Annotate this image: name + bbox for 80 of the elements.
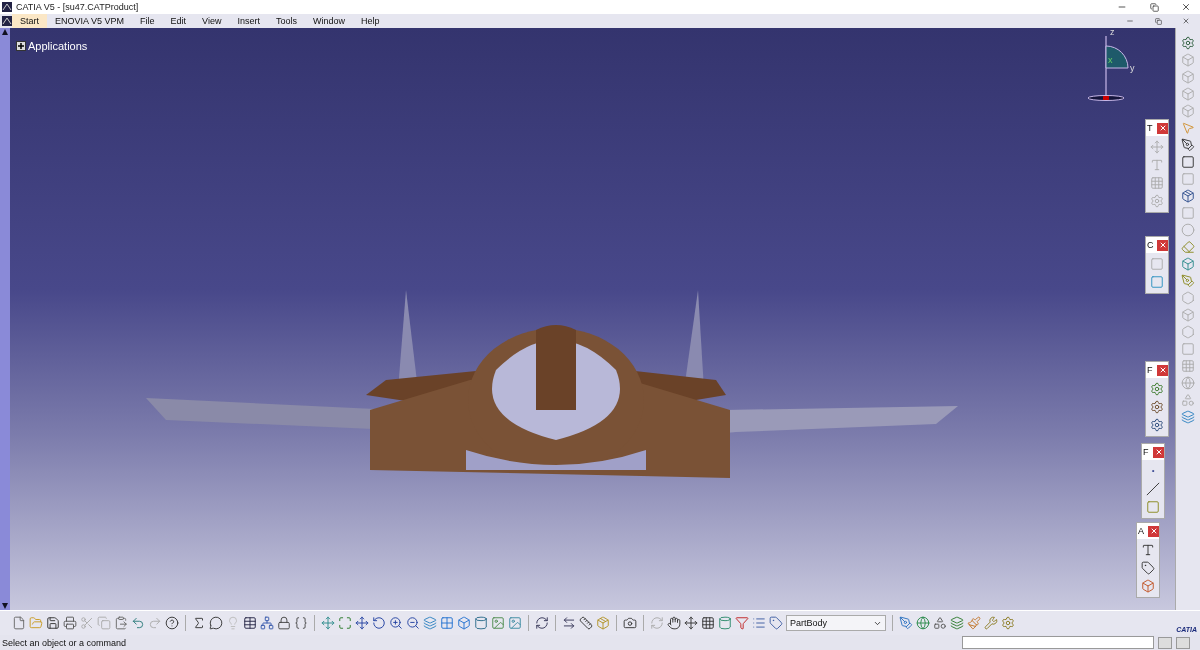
hand-icon[interactable] <box>667 616 681 630</box>
camera-icon[interactable] <box>623 616 637 630</box>
filter-icon[interactable] <box>735 616 749 630</box>
gear-icon[interactable] <box>1150 400 1164 414</box>
grid-icon[interactable] <box>1150 176 1164 190</box>
axis-label: x <box>1108 56 1113 65</box>
braces-icon[interactable] <box>294 616 308 630</box>
menu-item[interactable]: Edit <box>162 14 195 28</box>
restore-icon[interactable] <box>1149 2 1159 12</box>
menu-item[interactable]: View <box>194 14 230 28</box>
sphere-icon[interactable] <box>1181 376 1195 390</box>
wrench-icon[interactable] <box>984 616 998 630</box>
save-icon[interactable] <box>46 616 60 630</box>
gear-tool-icon[interactable] <box>1001 616 1015 630</box>
printer-icon[interactable] <box>63 616 77 630</box>
tree-icon[interactable] <box>260 616 274 630</box>
close-icon[interactable] <box>1182 17 1190 25</box>
toolbar-title: C <box>1146 240 1154 250</box>
toolbar-title: F <box>1142 447 1149 457</box>
sigma-icon[interactable] <box>192 616 206 630</box>
status-message: Select an object or a command <box>2 637 128 648</box>
scroll-bar[interactable] <box>0 28 10 610</box>
zoom-out-icon[interactable] <box>406 616 420 630</box>
hexagon-icon[interactable] <box>1181 325 1195 339</box>
picture-icon[interactable] <box>508 616 522 630</box>
gear-icon[interactable] <box>1150 382 1164 396</box>
axis-label: z <box>1110 28 1115 37</box>
rotate-icon[interactable] <box>372 616 386 630</box>
zoom-in-icon[interactable] <box>389 616 403 630</box>
pen-icon[interactable] <box>899 616 913 630</box>
window-icon[interactable] <box>1150 275 1164 289</box>
swap-icon[interactable] <box>535 616 549 630</box>
gear-icon[interactable] <box>1150 418 1164 432</box>
paste-icon[interactable] <box>114 616 128 630</box>
brush-icon[interactable] <box>967 616 981 630</box>
menu-item[interactable]: Insert <box>229 14 268 28</box>
layers-icon[interactable] <box>950 616 964 630</box>
toolbar-title: F <box>1146 365 1153 375</box>
shapes-icon[interactable] <box>933 616 947 630</box>
menu-item[interactable]: ENOVIA V5 VPM <box>47 14 133 28</box>
speech-bubble-icon[interactable] <box>209 616 223 630</box>
axis-label: y <box>1130 64 1135 73</box>
tree-item[interactable]: Applications <box>28 40 88 52</box>
menu-item[interactable]: Start <box>12 14 47 28</box>
window-title: CATIA V5 - [su47.CATProduct] <box>16 2 140 12</box>
table-icon[interactable] <box>243 616 257 630</box>
small-button[interactable] <box>1176 636 1190 649</box>
undo-icon[interactable] <box>131 616 145 630</box>
small-button[interactable] <box>1158 636 1172 649</box>
line-icon[interactable] <box>1146 482 1160 496</box>
app-icon <box>2 2 12 12</box>
3d-viewport[interactable]: Applications z x y T C F F A <box>10 28 1175 610</box>
sketch-icon[interactable] <box>1181 138 1195 152</box>
menu-item[interactable]: Tools <box>267 14 305 28</box>
help-icon[interactable] <box>165 616 179 630</box>
cylinder-icon[interactable] <box>474 616 488 630</box>
menu-item[interactable]: File <box>132 14 163 28</box>
lock-icon[interactable] <box>277 616 291 630</box>
toolbar-title: A <box>1137 526 1144 536</box>
body-dropdown[interactable]: PartBody <box>786 615 886 631</box>
stack-icon[interactable] <box>1181 410 1195 424</box>
expand-icon[interactable] <box>16 41 26 51</box>
pan-icon[interactable] <box>355 616 369 630</box>
cube-icon[interactable] <box>457 616 471 630</box>
command-field[interactable] <box>962 636 1154 649</box>
move-icon[interactable] <box>321 616 335 630</box>
restore-icon[interactable] <box>1154 17 1162 25</box>
menu-item[interactable]: Help <box>353 14 388 28</box>
fit-all-icon[interactable] <box>338 616 352 630</box>
ruler-icon[interactable] <box>579 616 593 630</box>
close-icon[interactable] <box>1181 2 1191 12</box>
globe-icon[interactable] <box>916 616 930 630</box>
image-icon[interactable] <box>491 616 505 630</box>
list-icon[interactable] <box>752 616 766 630</box>
document-icon[interactable] <box>2 16 12 26</box>
new-file-icon[interactable] <box>12 616 26 630</box>
menu-item[interactable]: Window <box>304 14 353 28</box>
gear-icon[interactable] <box>1181 36 1195 50</box>
toolbar-title: T <box>1146 123 1153 133</box>
tag-icon[interactable] <box>769 616 783 630</box>
